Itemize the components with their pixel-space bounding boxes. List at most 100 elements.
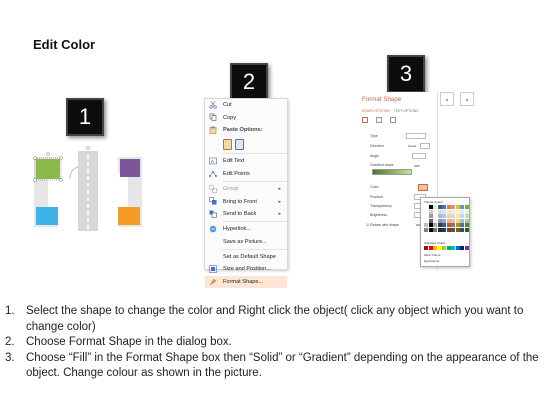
menu-item-send-to-back[interactable]: Send to Back ▸ [205,208,287,220]
theme-color-swatch[interactable] [424,223,428,227]
theme-color-swatch[interactable] [446,218,451,223]
angle-input[interactable]: 225° [412,153,426,168]
tab-shape-options[interactable]: SHAPE OPTIONS [362,109,390,113]
size-properties-icon[interactable] [390,117,396,123]
menu-item-edit-text[interactable]: A Edit Text [205,155,287,167]
menu-item-copy[interactable]: Copy [205,111,287,123]
paste-keep-format-icon[interactable] [223,138,232,150]
theme-color-swatch[interactable] [464,223,469,227]
theme-color-swatch[interactable] [446,214,451,218]
menu-item-bring-to-front[interactable]: Bring to Front ▸ [205,195,287,207]
theme-color-swatch[interactable] [437,218,442,223]
theme-color-swatch[interactable] [442,218,446,223]
theme-color-swatch[interactable] [460,223,464,227]
effects-icon[interactable] [376,117,382,123]
theme-color-swatch[interactable] [433,209,437,214]
theme-color-swatch[interactable] [437,223,442,227]
theme-color-swatch[interactable] [451,209,455,214]
ribbon-button-font-color[interactable]: A [440,92,454,106]
theme-color-swatch[interactable] [446,205,451,209]
theme-color-swatch[interactable] [428,218,433,223]
standard-color-swatch[interactable] [437,246,442,250]
paste-picture-icon[interactable] [235,138,244,150]
menu-item-edit-points[interactable]: Edit Points [205,168,287,180]
theme-color-swatch[interactable] [437,214,442,218]
theme-color-swatch[interactable] [464,227,469,232]
theme-color-swatch[interactable] [428,223,433,227]
theme-color-swatch[interactable] [460,218,464,223]
standard-color-swatch[interactable] [433,246,437,250]
direction-select[interactable] [420,143,430,149]
theme-color-swatch[interactable] [428,227,433,232]
menu-item-cut[interactable]: Cut [205,99,287,111]
theme-color-swatch[interactable] [455,214,460,218]
theme-color-swatch[interactable] [455,227,460,232]
fill-color-button[interactable] [418,184,428,191]
tab-text-options[interactable]: TEXT OPTIONS [394,109,419,113]
menu-item-format-shape[interactable]: Format Shape... [205,275,287,289]
theme-color-swatch[interactable] [451,205,455,209]
shape-diagram[interactable] [30,145,150,235]
standard-color-swatch[interactable] [446,246,451,250]
theme-color-swatch[interactable] [455,223,460,227]
theme-color-swatch[interactable] [442,209,446,214]
theme-color-swatch[interactable] [442,223,446,227]
standard-color-swatch[interactable] [455,246,460,250]
theme-color-swatch[interactable] [433,205,437,209]
theme-color-swatch[interactable] [464,214,469,218]
theme-color-swatch[interactable] [428,209,433,214]
theme-color-swatch[interactable] [464,205,469,209]
standard-color-swatch[interactable] [428,246,433,250]
theme-color-swatch[interactable] [437,209,442,214]
standard-color-swatch[interactable] [451,246,455,250]
theme-color-swatch[interactable] [424,209,428,214]
theme-color-swatch[interactable] [464,218,469,223]
type-select[interactable]: Linear [406,133,426,148]
theme-color-swatch[interactable] [424,205,428,209]
theme-color-swatch[interactable] [442,214,446,218]
theme-color-swatch[interactable] [446,209,451,214]
more-colors-link[interactable]: More Colors... [424,253,443,257]
menu-item-save-as-picture[interactable]: Save as Picture... [205,236,287,248]
rotate-with-shape-checkbox[interactable]: ☑ Rotate with shape [366,223,399,227]
theme-color-swatch[interactable] [424,227,428,232]
ribbon-button-shape-fill[interactable]: A [460,92,474,106]
theme-color-swatch[interactable] [424,218,428,223]
standard-color-swatch[interactable] [464,246,469,250]
theme-color-swatch[interactable] [451,218,455,223]
theme-color-swatch[interactable] [433,223,437,227]
theme-color-swatch[interactable] [460,227,464,232]
theme-color-swatch[interactable] [428,205,433,209]
theme-color-swatch[interactable] [428,214,433,218]
theme-color-swatch[interactable] [442,227,446,232]
menu-item-set-default-shape[interactable]: Set as Default Shape [205,251,287,263]
theme-color-swatch[interactable] [437,227,442,232]
theme-color-swatch[interactable] [455,209,460,214]
standard-color-swatch[interactable] [424,246,428,250]
eyedropper-option[interactable]: Eyedropper [424,259,440,263]
theme-color-swatch[interactable] [437,205,442,209]
menu-item-size-and-position[interactable]: Size and Position... [205,263,287,275]
theme-color-swatch[interactable] [451,214,455,218]
theme-color-swatch[interactable] [442,205,446,209]
theme-color-swatch[interactable] [455,205,460,209]
menu-item-hyperlink[interactable]: Hyperlink... [205,223,287,235]
theme-color-swatch[interactable] [446,227,451,232]
gradient-stops-bar[interactable] [372,169,412,175]
standard-color-swatch[interactable] [442,246,446,250]
theme-color-swatch[interactable] [451,223,455,227]
theme-color-swatch[interactable] [424,214,428,218]
theme-color-swatch[interactable] [460,214,464,218]
menu-item-group[interactable]: Group ▸ [205,183,287,195]
standard-color-swatch[interactable] [460,246,464,250]
theme-color-swatch[interactable] [446,223,451,227]
theme-color-swatch[interactable] [433,214,437,218]
theme-color-swatch[interactable] [433,218,437,223]
theme-color-swatch[interactable] [451,227,455,232]
fill-line-icon[interactable] [362,117,368,123]
theme-color-swatch[interactable] [464,209,469,214]
theme-color-swatch[interactable] [455,218,460,223]
theme-color-swatch[interactable] [460,209,464,214]
theme-color-swatch[interactable] [433,227,437,232]
theme-color-swatch[interactable] [460,205,464,209]
